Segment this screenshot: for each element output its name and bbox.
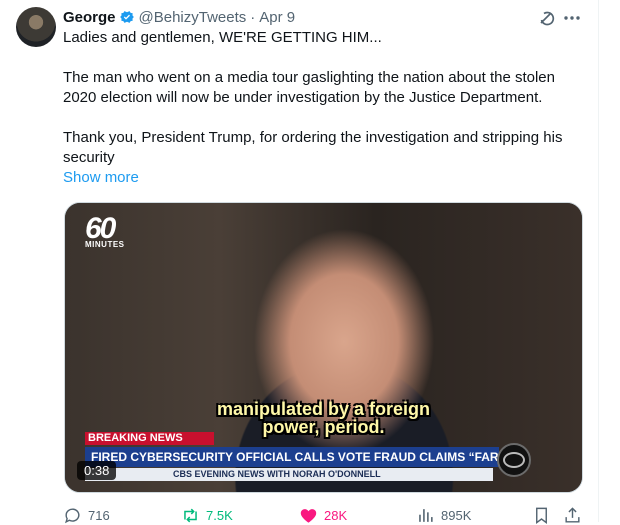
- repost-button[interactable]: 7.5K: [181, 505, 233, 525]
- tweet-paragraph: The man who went on a media tour gasligh…: [63, 69, 555, 106]
- grok-icon[interactable]: [535, 7, 557, 29]
- tweet-date[interactable]: Apr 9: [259, 9, 295, 26]
- separator-dot: ·: [250, 8, 256, 26]
- author-name[interactable]: George: [63, 9, 116, 26]
- tweet-text: Ladies and gentlemen, WE'RE GETTING HIM.…: [63, 28, 588, 188]
- tweet-paragraph: Ladies and gentlemen, WE'RE GETTING HIM.…: [63, 29, 382, 46]
- tweet-paragraph: Thank you, President Trump, for ordering…: [63, 129, 563, 166]
- like-button[interactable]: 28K: [299, 505, 347, 525]
- repost-count: 7.5K: [206, 507, 233, 523]
- tweet-header: George @BehizyTweets · Apr 9: [63, 6, 295, 28]
- like-count: 28K: [324, 507, 348, 523]
- breaking-news-banner: BREAKING NEWS: [85, 432, 214, 445]
- show-more-link[interactable]: Show more: [63, 169, 139, 186]
- news-chyron: FIRED CYBERSECURITY OFFICIAL CALLS VOTE …: [85, 447, 499, 467]
- avatar[interactable]: [16, 7, 56, 47]
- network-bar: CBS EVENING NEWS WITH NORAH O'DONNELL: [85, 468, 493, 481]
- cbs-eye-logo-icon: [497, 443, 531, 477]
- reply-button[interactable]: 716: [63, 505, 110, 525]
- action-bar: 716 7.5K 28K 895K: [63, 505, 588, 525]
- reply-count: 716: [88, 507, 110, 523]
- video-caption: manipulated by a foreign power, period.: [216, 399, 431, 437]
- views-count: 895K: [441, 507, 472, 523]
- verified-badge-icon: [119, 9, 135, 25]
- bookmark-button[interactable]: [532, 505, 557, 525]
- video-duration: 0:38: [77, 461, 117, 480]
- video-player[interactable]: 60 MINUTES manipulated by a foreign powe…: [64, 202, 583, 493]
- sixty-minutes-logo: 60 MINUTES: [85, 212, 125, 250]
- views-button[interactable]: 895K: [416, 505, 471, 525]
- more-options-icon[interactable]: [561, 7, 583, 29]
- share-button[interactable]: [563, 505, 588, 525]
- column-divider: [598, 0, 599, 522]
- author-handle[interactable]: @BehizyTweets: [139, 9, 247, 26]
